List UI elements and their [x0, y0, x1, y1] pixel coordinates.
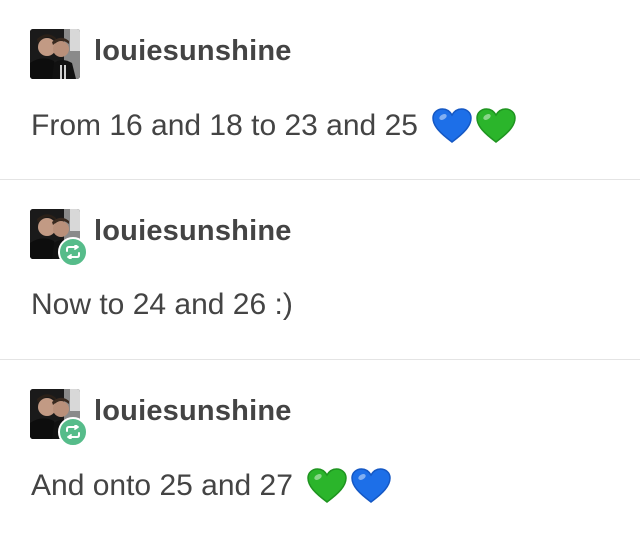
post-text: And onto 25 and 27: [31, 469, 293, 502]
avatar[interactable]: [30, 389, 88, 447]
blue-heart-icon: [432, 108, 472, 144]
green-heart-icon: [307, 468, 347, 504]
post-text-row: And onto 25 and 27: [31, 468, 391, 504]
reblog-icon: [58, 237, 88, 267]
post-header: louiesunshine: [30, 29, 292, 79]
post-1: louiesunshine From 16 and 18 to 23 and 2…: [0, 0, 640, 180]
green-heart-icon: [476, 108, 516, 144]
post-2: louiesunshine Now to 24 and 26 :): [0, 180, 640, 360]
username[interactable]: louiesunshine: [94, 215, 292, 248]
avatar[interactable]: [30, 29, 80, 79]
username[interactable]: louiesunshine: [94, 35, 292, 68]
post-header: louiesunshine: [30, 209, 292, 267]
post-text: Now to 24 and 26 :): [31, 288, 293, 321]
post-text: From 16 and 18 to 23 and 25: [31, 109, 418, 142]
blue-heart-icon: [351, 468, 391, 504]
post-text-row: From 16 and 18 to 23 and 25: [31, 108, 516, 144]
avatar[interactable]: [30, 209, 88, 267]
post-text-row: Now to 24 and 26 :): [31, 288, 293, 322]
reblog-icon: [58, 417, 88, 447]
post-3: louiesunshine And onto 25 and 27: [0, 360, 640, 534]
avatar-image[interactable]: [30, 29, 80, 79]
username[interactable]: louiesunshine: [94, 395, 292, 428]
post-header: louiesunshine: [30, 389, 292, 447]
